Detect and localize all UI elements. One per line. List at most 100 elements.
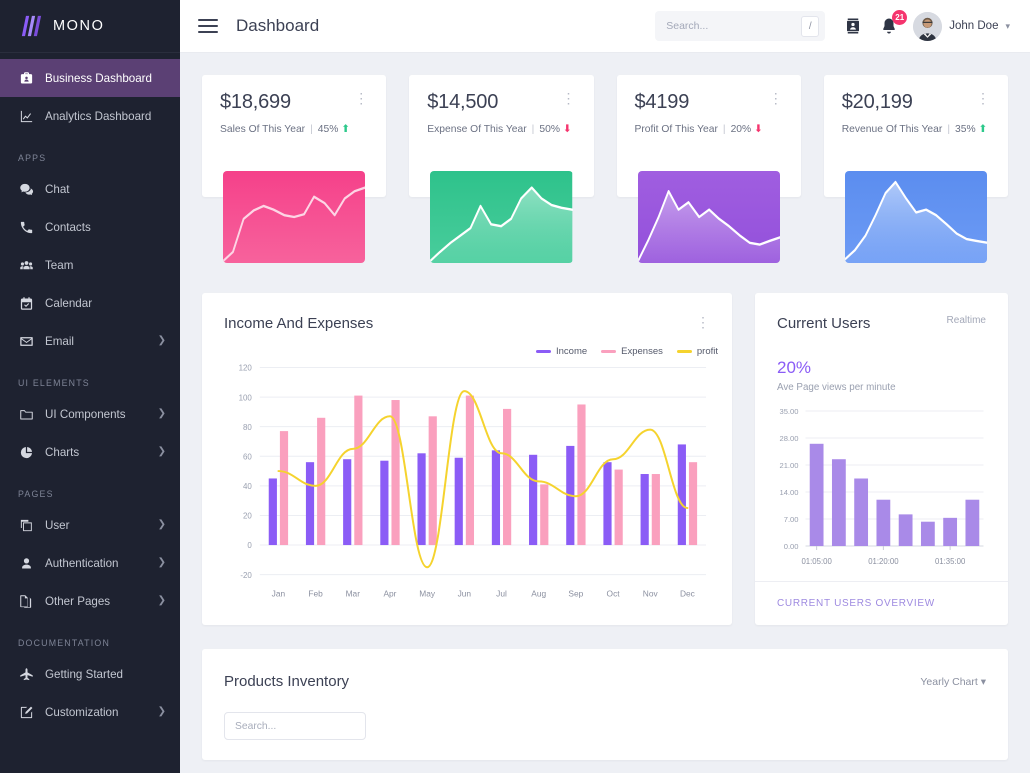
stat-value: $20,199 [841, 91, 913, 113]
svg-text:20: 20 [243, 512, 252, 521]
legend-item-profit[interactable]: profit [676, 346, 718, 357]
svg-text:100: 100 [239, 393, 253, 402]
three-dots-icon[interactable]: ⋮ [354, 91, 368, 105]
sidebar-section-ui-elements: UI ELEMENTS [18, 378, 90, 388]
sidebar-item-analytics-dashboard[interactable]: Analytics Dashboard [0, 97, 180, 135]
trend-down-icon: ⬇ [754, 124, 763, 135]
sidebar-section-documentation: DOCUMENTATION [18, 638, 110, 648]
yearly-chart-select[interactable]: Yearly Chart ▾ [920, 676, 986, 688]
legend-label: Income [555, 346, 588, 357]
stat-percent: 20% [730, 124, 752, 135]
sidebar-section-pages: PAGES [18, 489, 54, 499]
svg-text:7.00: 7.00 [784, 515, 799, 524]
chat-icon [18, 181, 34, 197]
three-dots-icon[interactable]: ⋮ [976, 91, 990, 105]
svg-text:May: May [419, 589, 436, 599]
content-scroll[interactable]: $18,699 ⋮ Sales Of This Year | 45% ⬆ $14… [180, 53, 1030, 773]
avatar [913, 11, 943, 41]
legend-swatch [676, 349, 692, 354]
search-shortcut-key: / [801, 15, 820, 37]
search-input[interactable] [666, 20, 802, 32]
sidebar-item-email[interactable]: Email ❯ [0, 322, 180, 360]
legend-swatch [601, 349, 617, 354]
hamburger-icon[interactable] [198, 19, 218, 33]
svg-text:80: 80 [243, 423, 252, 432]
svg-text:0: 0 [247, 541, 252, 550]
windows-icon [18, 517, 34, 533]
trend-up-icon: ⬆ [978, 124, 988, 135]
sidebar-item-charts[interactable]: Charts ❯ [0, 433, 180, 471]
stat-label: Expense Of This Year [427, 124, 527, 135]
revenue-sparkline [844, 171, 987, 263]
chevron-right-icon: ❯ [157, 335, 166, 346]
caret-down-icon: ▾ [980, 675, 986, 688]
user-name: John Doe [949, 20, 999, 32]
brand-name: MONO [53, 18, 105, 34]
sidebar-item-authentication[interactable]: Authentication ❯ [0, 544, 180, 582]
team-icon [18, 257, 34, 273]
svg-text:Aug: Aug [531, 589, 546, 599]
svg-text:Feb: Feb [308, 589, 323, 599]
sidebar-item-business-dashboard[interactable]: Business Dashboard [0, 59, 180, 97]
svg-text:120: 120 [239, 364, 253, 373]
notification-badge: 21 [892, 10, 908, 25]
edit-square-icon [18, 704, 34, 720]
current-users-percent: 20% [777, 358, 812, 377]
sidebar-item-ui-components[interactable]: UI Components ❯ [0, 395, 180, 433]
current-users-overview-link[interactable]: CURRENT USERS OVERVIEW [755, 581, 1008, 625]
bell-icon[interactable]: 21 [879, 10, 908, 36]
chevron-right-icon: ❯ [157, 519, 166, 530]
user-menu[interactable]: John Doe ▾ [913, 11, 1010, 41]
sidebar-item-label: UI Components [45, 407, 126, 421]
products-inventory-panel: Products Inventory Yearly Chart ▾ [202, 649, 1008, 760]
profit-sparkline [637, 171, 780, 263]
svg-text:Jun: Jun [458, 589, 472, 599]
mono-logo-icon [21, 15, 42, 37]
current-users-chart[interactable]: 0.00 7.00 14.00 21.00 28.00 35.00 01:05:00 01:2… [755, 393, 1008, 580]
expense-sparkline [430, 171, 573, 263]
legend-label: profit [696, 346, 718, 357]
current-users-panel: Current Users Realtime 20% Ave Page view… [755, 293, 1008, 625]
line-chart-icon [18, 108, 34, 124]
income-expenses-chart[interactable]: -20 0 20 40 60 80 100 120 Jan Feb Mar Apr May Jun Jul A… [202, 357, 732, 625]
sidebar: MONO Business Dashboard Analytics Dashbo… [0, 0, 180, 773]
sidebar-item-label: Authentication [45, 556, 119, 570]
svg-text:01:05:00: 01:05:00 [801, 557, 832, 566]
chevron-down-icon[interactable]: ▾ [1005, 21, 1010, 32]
contact-card-icon[interactable] [843, 16, 863, 36]
legend-item-expenses[interactable]: Expenses [601, 346, 663, 357]
sidebar-section-apps: APPS [18, 153, 47, 163]
sidebar-item-label: Customization [45, 705, 119, 719]
svg-text:01:20:00: 01:20:00 [868, 557, 899, 566]
sidebar-item-other-pages[interactable]: Other Pages ❯ [0, 582, 180, 620]
brand-logo[interactable]: MONO [0, 0, 180, 53]
sidebar-item-customization[interactable]: Customization ❯ [0, 693, 180, 731]
svg-text:21.00: 21.00 [779, 461, 798, 470]
sidebar-item-contacts[interactable]: Contacts [0, 208, 180, 246]
sidebar-item-user[interactable]: User ❯ [0, 506, 180, 544]
sidebar-item-label: Contacts [45, 220, 91, 234]
three-dots-icon[interactable]: ⋮ [769, 91, 783, 105]
global-search[interactable]: / [655, 11, 826, 41]
sidebar-item-getting-started[interactable]: Getting Started [0, 655, 180, 693]
inventory-search[interactable] [224, 712, 366, 740]
stat-percent: 45% [317, 124, 339, 135]
svg-text:Apr: Apr [383, 589, 396, 599]
main-area: Dashboard / 21 [180, 0, 1030, 773]
svg-text:60: 60 [243, 452, 252, 461]
stat-card-revenue: $20,199 ⋮ Revenue Of This Year | 35% ⬆ [823, 75, 1008, 263]
svg-text:Nov: Nov [643, 589, 659, 599]
stat-value: $14,500 [427, 91, 499, 113]
inventory-search-input[interactable] [235, 720, 355, 732]
three-dots-icon[interactable]: ⋮ [562, 91, 576, 105]
three-dots-icon[interactable]: ⋮ [696, 315, 710, 329]
person-icon [18, 555, 34, 571]
svg-text:28.00: 28.00 [779, 434, 798, 443]
legend-item-income[interactable]: Income [535, 346, 588, 357]
panel-title: Current Users [777, 315, 871, 332]
sidebar-item-team[interactable]: Team [0, 246, 180, 284]
sales-sparkline [223, 171, 366, 263]
dashboard-app: MONO Business Dashboard Analytics Dashbo… [0, 0, 1030, 773]
sidebar-item-calendar[interactable]: Calendar [0, 284, 180, 322]
sidebar-item-chat[interactable]: Chat [0, 170, 180, 208]
